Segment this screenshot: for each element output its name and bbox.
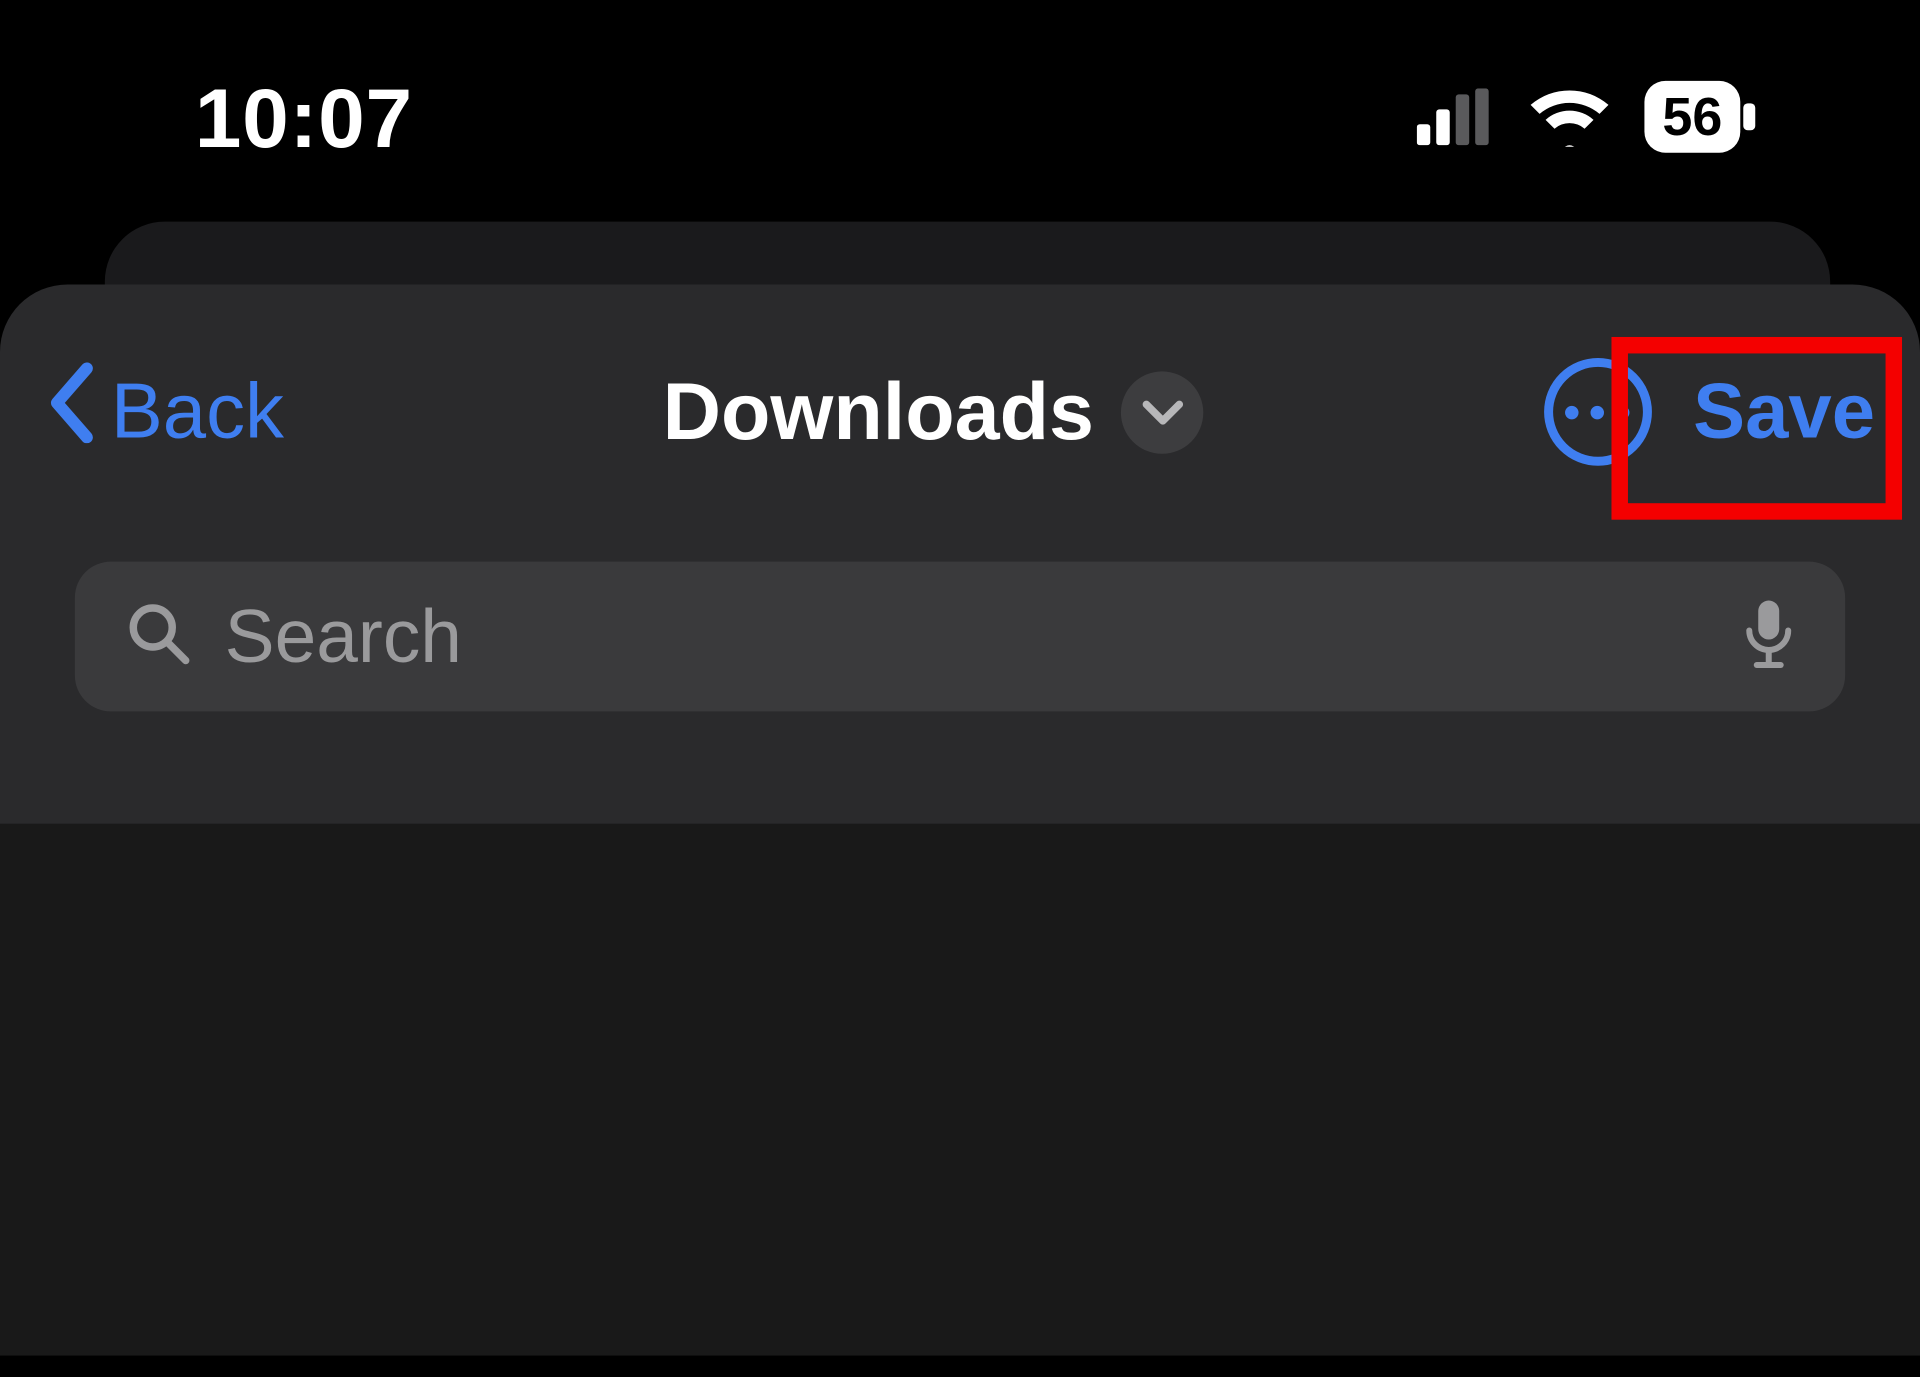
search-field[interactable] [75, 562, 1845, 712]
cellular-signal-icon [1417, 88, 1495, 145]
back-button[interactable]: Back [45, 362, 284, 462]
microphone-icon[interactable] [1743, 597, 1794, 676]
navigation-bar: Back Downloads Save [0, 285, 1920, 540]
chevron-left-icon [45, 362, 96, 462]
status-indicators: 56 [1417, 81, 1741, 153]
content-area [0, 824, 1920, 1356]
folder-title-button[interactable]: Downloads [663, 365, 1204, 458]
search-input[interactable] [225, 593, 1711, 680]
back-label: Back [111, 367, 284, 457]
more-options-button[interactable] [1543, 358, 1651, 466]
battery-indicator: 56 [1644, 81, 1740, 153]
battery-percent: 56 [1662, 85, 1722, 148]
folder-title: Downloads [663, 365, 1094, 458]
save-sheet: Back Downloads Save [0, 285, 1920, 1356]
chevron-down-icon [1121, 371, 1203, 453]
status-bar: 10:07 56 [0, 72, 1920, 162]
wifi-icon [1528, 87, 1612, 147]
status-time: 10:07 [195, 68, 413, 165]
save-button[interactable]: Save [1693, 367, 1875, 457]
search-icon [126, 600, 192, 673]
ellipsis-icon [1565, 405, 1578, 418]
